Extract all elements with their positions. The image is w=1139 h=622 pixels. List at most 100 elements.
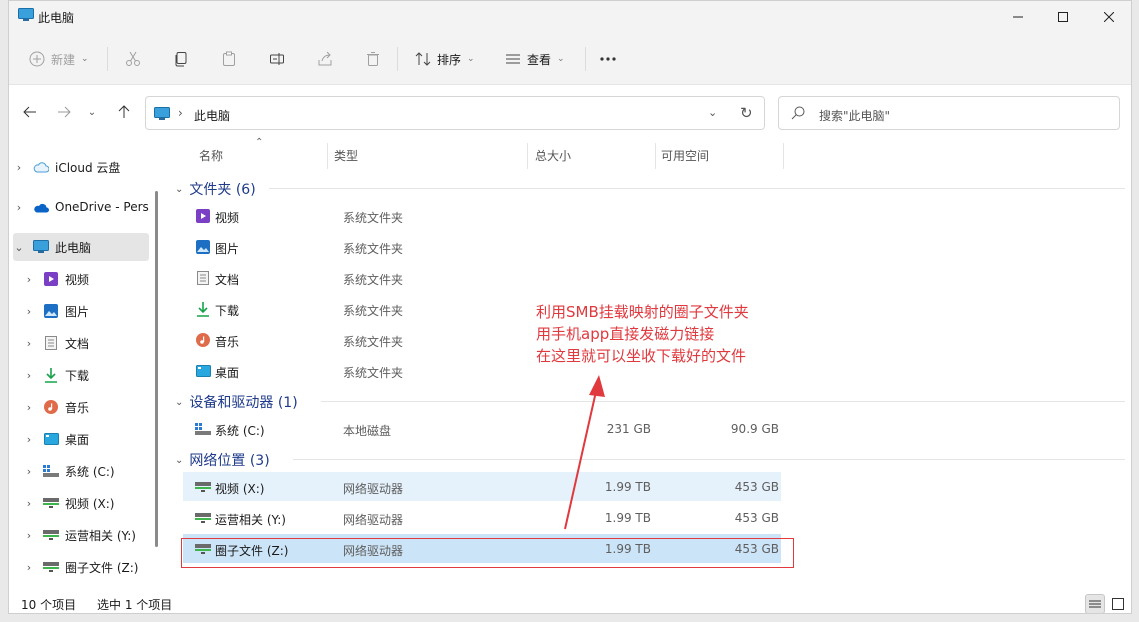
group-header-network[interactable]: ⌄ 网络位置 (3): [175, 450, 270, 470]
item-name: 下载: [215, 304, 240, 318]
sidebar-item-label: 桌面: [65, 432, 90, 447]
column-header-free-space[interactable]: 可用空间: [661, 147, 709, 164]
column-divider[interactable]: [655, 143, 656, 169]
folder-row-pictures[interactable]: 图片 系统文件夹: [183, 232, 781, 261]
music-folder-icon: [43, 399, 59, 415]
music-folder-icon: [195, 332, 211, 348]
view-list-icon: [506, 54, 520, 64]
share-button[interactable]: [317, 45, 333, 73]
maximize-button[interactable]: [1040, 1, 1086, 33]
file-explorer-window: 此电脑 新建 ⌄ 排序 ⌄ 查看 ⌄ ⌄ › 此电脑 ⌄ ↻ 搜索"此电脑" ›…: [8, 0, 1132, 614]
computer-icon: [18, 8, 34, 21]
chevron-right-icon[interactable]: ›: [23, 401, 35, 414]
sidebar-scrollbar[interactable]: [155, 191, 158, 547]
more-options-button[interactable]: [599, 45, 617, 73]
refresh-icon[interactable]: ↻: [740, 104, 753, 122]
paste-button[interactable]: [221, 45, 237, 73]
chevron-right-icon[interactable]: ›: [23, 497, 35, 510]
sidebar-item-label: 下载: [65, 368, 90, 383]
sidebar-item-drive-x[interactable]: › 视频 (X:): [23, 489, 159, 517]
sidebar-item-documents[interactable]: › 文档: [23, 329, 159, 357]
network-drive-icon: [43, 527, 59, 543]
back-button[interactable]: [19, 102, 41, 122]
chevron-right-icon[interactable]: ›: [23, 305, 35, 318]
network-drive-row-x[interactable]: 视频 (X:) 网络驱动器 1.99 TB 453 GB: [183, 472, 781, 501]
item-count: 10 个项目: [21, 598, 77, 612]
view-button[interactable]: 查看 ⌄: [505, 45, 565, 73]
chevron-right-icon[interactable]: ›: [23, 465, 35, 478]
sidebar-item-videos[interactable]: › 视频: [23, 265, 159, 293]
sidebar-item-music[interactable]: › 音乐: [23, 393, 159, 421]
chevron-right-icon[interactable]: ›: [23, 561, 35, 574]
computer-icon: [33, 239, 49, 255]
folder-row-documents[interactable]: 文档 系统文件夹: [183, 263, 781, 292]
minimize-button[interactable]: [995, 1, 1041, 33]
item-name: 桌面: [215, 366, 240, 380]
video-folder-icon: [195, 208, 211, 224]
chevron-right-icon[interactable]: ›: [23, 529, 35, 542]
downloads-folder-icon: [43, 367, 59, 383]
sidebar-item-label: 文档: [65, 336, 90, 351]
folder-row-videos[interactable]: 视频 系统文件夹: [183, 201, 781, 230]
local-drive-icon: [43, 463, 59, 479]
address-bar[interactable]: › 此电脑 ⌄ ↻: [145, 96, 765, 130]
column-divider[interactable]: [327, 143, 328, 169]
cut-button[interactable]: [125, 45, 141, 73]
chevron-right-icon[interactable]: ›: [13, 201, 25, 214]
sidebar-item-downloads[interactable]: › 下载: [23, 361, 159, 389]
sidebar-item-label: 系统 (C:): [65, 464, 115, 479]
rename-button[interactable]: [269, 45, 285, 73]
column-header-total-size[interactable]: 总大小: [535, 147, 571, 164]
search-placeholder: 搜索"此电脑": [819, 109, 891, 123]
sidebar-item-this-pc[interactable]: ⌄ 此电脑: [13, 233, 149, 261]
chevron-right-icon[interactable]: ›: [23, 369, 35, 382]
sidebar-item-desktop[interactable]: › 桌面: [23, 425, 159, 453]
chevron-right-icon[interactable]: ›: [23, 273, 35, 286]
sidebar-item-label: 此电脑: [55, 240, 92, 255]
pictures-folder-icon: [43, 303, 59, 319]
delete-button[interactable]: [365, 45, 381, 73]
annotation-line: 用手机app直接发磁力链接: [536, 325, 715, 343]
forward-button[interactable]: [53, 102, 75, 122]
item-type: 系统文件夹: [343, 242, 404, 256]
annotation-arrow-icon: [564, 375, 605, 530]
sidebar-item-drive-y[interactable]: › 运营相关 (Y:): [23, 521, 159, 549]
column-divider[interactable]: [527, 143, 528, 169]
recent-locations-button[interactable]: ⌄: [85, 102, 99, 122]
sidebar-item-label: 图片: [65, 304, 90, 319]
tiles-view-button[interactable]: [1108, 594, 1128, 613]
group-header-folders[interactable]: ⌄ 文件夹 (6): [175, 179, 256, 199]
search-box[interactable]: 搜索"此电脑": [778, 96, 1120, 130]
column-header-type[interactable]: 类型: [334, 147, 358, 164]
chevron-right-icon[interactable]: ›: [23, 337, 35, 350]
network-drive-icon: [43, 495, 59, 511]
column-header-name[interactable]: 名称: [199, 147, 223, 164]
sort-button[interactable]: 排序 ⌄: [415, 45, 475, 73]
sidebar-item-drive-z[interactable]: › 圈子文件 (Z:): [23, 553, 159, 581]
drive-row-c[interactable]: 系统 (C:) 本地磁盘 231 GB 90.9 GB: [183, 414, 781, 443]
details-view-button[interactable]: [1085, 594, 1105, 613]
chevron-down-icon[interactable]: ⌄: [708, 106, 717, 119]
chevron-right-icon[interactable]: ›: [13, 161, 25, 174]
sidebar-item-drive-c[interactable]: › 系统 (C:): [23, 457, 159, 485]
title-bar: 此电脑: [9, 1, 1131, 33]
group-header-devices[interactable]: ⌄ 设备和驱动器 (1): [175, 392, 298, 412]
breadcrumb-item[interactable]: 此电脑: [194, 107, 230, 124]
chevron-down-icon[interactable]: ⌄: [13, 241, 25, 254]
column-divider[interactable]: [783, 143, 784, 169]
sidebar-item-label: 音乐: [65, 400, 90, 415]
chevron-right-icon[interactable]: ›: [23, 433, 35, 446]
close-button[interactable]: [1086, 1, 1131, 33]
search-icon: [791, 106, 805, 120]
new-button[interactable]: 新建 ⌄: [29, 45, 89, 73]
sidebar-item-pictures[interactable]: › 图片: [23, 297, 159, 325]
network-drive-row-y[interactable]: 运营相关 (Y:) 网络驱动器 1.99 TB 453 GB: [183, 503, 781, 532]
sidebar-item-label: OneDrive - Pers: [55, 200, 149, 214]
up-button[interactable]: [113, 102, 135, 122]
copy-button[interactable]: [173, 45, 189, 73]
sidebar-item-label: 圈子文件 (Z:): [65, 560, 139, 575]
sidebar-item-icloud[interactable]: › iCloud 云盘: [13, 153, 149, 181]
trash-icon: [367, 52, 379, 66]
toolbar-divider: [585, 47, 586, 71]
sidebar-item-onedrive[interactable]: › OneDrive - Pers: [13, 193, 149, 221]
